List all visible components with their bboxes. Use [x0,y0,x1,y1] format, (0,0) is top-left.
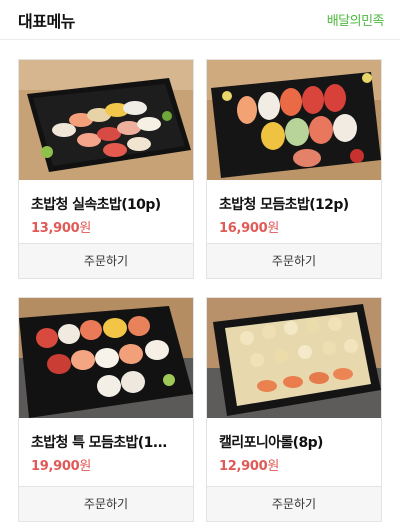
sushi-platter-image [207,60,381,180]
order-button[interactable]: 주문하기 [19,243,193,278]
price-currency: 원 [267,221,280,236]
menu-item-photo[interactable] [207,60,381,180]
menu-grid: 초밥청 실속초밥(10p) 13,900원 주문하기 초밥청 모듬초밥(12p)… [0,40,400,522]
price-currency: 원 [79,221,92,236]
price-currency: 원 [267,459,280,474]
brand-link[interactable]: 배달의민족 [327,10,385,29]
order-button[interactable]: 주문하기 [207,486,381,521]
menu-item-price: 13,900원 [31,217,91,236]
menu-item-photo[interactable] [207,298,381,418]
menu-item-name[interactable]: 초밥청 특 모듬초밥(1... [31,432,189,452]
menu-item-photo[interactable] [19,60,193,180]
price-value: 12,900 [219,459,268,474]
menu-item-price: 16,900원 [219,217,279,236]
menu-item-photo[interactable] [19,298,193,418]
price-value: 19,900 [31,459,80,474]
menu-item-name[interactable]: 초밥청 모듬초밥(12p) [219,194,377,214]
sushi-platter-image [19,60,193,180]
order-button[interactable]: 주문하기 [207,243,381,278]
header: 대표메뉴 배달의민족 [0,0,400,40]
order-button[interactable]: 주문하기 [19,486,193,521]
california-roll-image [207,298,381,418]
price-currency: 원 [79,459,92,474]
menu-item-price: 19,900원 [31,455,91,474]
menu-item-price: 12,900원 [219,455,279,474]
menu-item-name[interactable]: 초밥청 실속초밥(10p) [31,194,189,214]
menu-card[interactable]: 초밥청 실속초밥(10p) 13,900원 주문하기 [18,59,194,279]
menu-item-name[interactable]: 캘리포니아롤(8p) [219,432,377,452]
menu-card[interactable]: 초밥청 모듬초밥(12p) 16,900원 주문하기 [206,59,382,279]
menu-card[interactable]: 초밥청 특 모듬초밥(1... 19,900원 주문하기 [18,297,194,522]
price-value: 16,900 [219,221,268,236]
page-title: 대표메뉴 [18,12,75,31]
price-value: 13,900 [31,221,80,236]
menu-card[interactable]: 캘리포니아롤(8p) 12,900원 주문하기 [206,297,382,522]
sushi-platter-image [19,298,193,418]
